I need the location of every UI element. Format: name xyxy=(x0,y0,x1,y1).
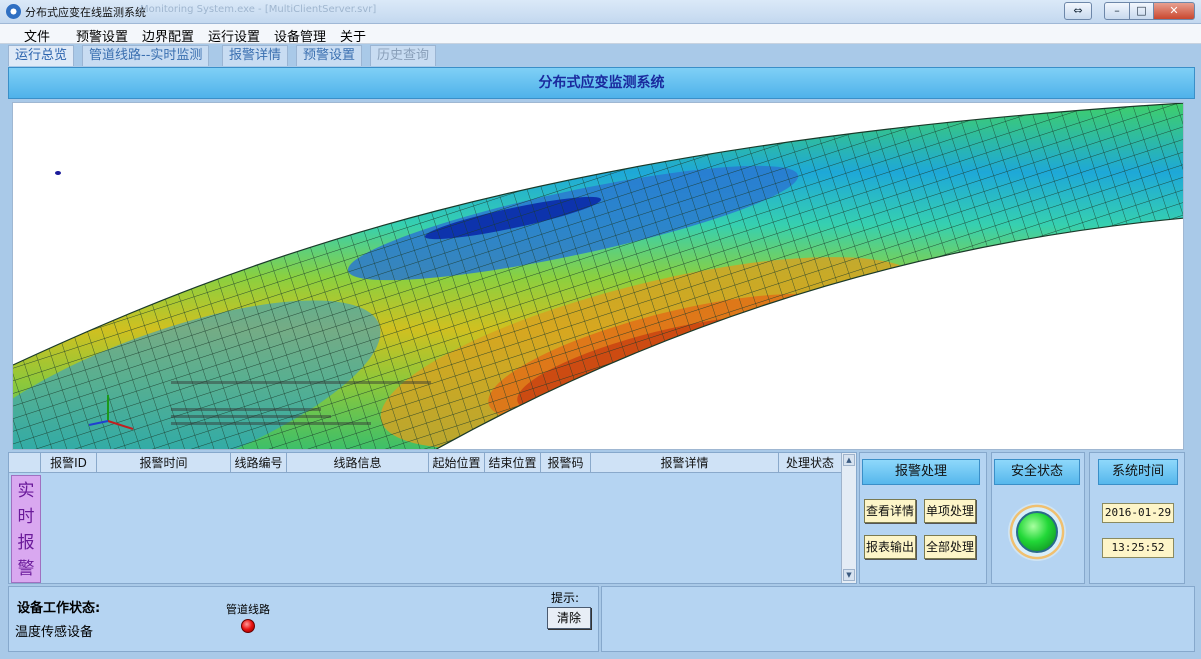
col-alarm-details[interactable]: 报警详情 xyxy=(591,453,779,473)
menu-run-settings[interactable]: 运行设置 xyxy=(208,26,260,45)
scroll-up-icon[interactable]: ▲ xyxy=(843,454,855,466)
title-bar: 分布式应变在线监测系统 Monitoring System.exe - [Mul… xyxy=(0,0,1201,24)
strain-visualization[interactable] xyxy=(12,102,1184,450)
col-end-position[interactable]: 结束位置 xyxy=(485,453,541,473)
restore-icon[interactable]: ⇔ xyxy=(1064,2,1092,20)
report-export-button[interactable]: 报表输出 xyxy=(864,535,916,559)
single-process-button[interactable]: 单项处理 xyxy=(924,499,976,523)
col-line-info[interactable]: 线路信息 xyxy=(287,453,429,473)
alarm-table: 报警ID 报警时间 线路编号 线路信息 起始位置 结束位置 报警码 报警详情 处… xyxy=(8,452,857,584)
view-details-button[interactable]: 查看详情 xyxy=(864,499,916,523)
alarm-process-title: 报警处理 xyxy=(862,459,980,485)
safety-status-led xyxy=(1016,511,1058,553)
safety-status-title: 安全状态 xyxy=(994,459,1080,485)
menu-alarm-settings[interactable]: 预警设置 xyxy=(76,26,128,45)
system-time-panel: 系统时间 2016-01-29 13:25:52 xyxy=(1089,452,1185,584)
hint-display-area xyxy=(601,586,1195,652)
banner-title: 分布式应变监测系统 xyxy=(538,75,665,91)
window-title: 分布式应变在线监测系统 xyxy=(25,6,146,19)
alarm-table-header: 报警ID 报警时间 线路编号 线路信息 起始位置 结束位置 报警码 报警详情 处… xyxy=(9,453,841,473)
system-date: 2016-01-29 xyxy=(1102,503,1174,523)
safety-status-panel: 安全状态 xyxy=(991,452,1085,584)
pipeline-status-led xyxy=(241,619,255,633)
tab-overview[interactable]: 运行总览 xyxy=(8,45,75,66)
maximize-button[interactable]: □ xyxy=(1129,2,1154,20)
device-status-title: 设备工作状态: xyxy=(17,601,101,616)
col-start-position[interactable]: 起始位置 xyxy=(429,453,485,473)
alarm-table-scrollbar[interactable]: ▲ ▼ xyxy=(841,453,856,583)
system-clock: 13:25:52 xyxy=(1102,538,1174,558)
safety-led-ring xyxy=(1008,503,1066,561)
menu-about[interactable]: 关于 xyxy=(340,26,366,45)
device-status-panel: 设备工作状态: 温度传感设备 管道线路 提示: 清除 xyxy=(8,586,599,652)
window-title-subtext: Monitoring System.exe - [MultiClientServ… xyxy=(140,4,377,15)
pipeline-status-label: 管道线路 xyxy=(226,603,270,616)
pipeline-strain-render xyxy=(13,103,1183,449)
menu-device-management[interactable]: 设备管理 xyxy=(274,26,326,45)
alarm-actions-panel: 报警处理 查看详情 单项处理 报表输出 全部处理 xyxy=(859,452,987,584)
col-process-status[interactable]: 处理状态 xyxy=(779,453,841,473)
temperature-sensor-label: 温度传感设备 xyxy=(15,625,94,640)
tab-pipeline-monitor[interactable]: 管道线路--实时监测 xyxy=(82,45,210,66)
col-alarm-code[interactable]: 报警码 xyxy=(541,453,591,473)
col-line-number[interactable]: 线路编号 xyxy=(231,453,287,473)
hint-label: 提示: xyxy=(551,591,580,605)
col-select[interactable] xyxy=(9,453,41,473)
system-time-title: 系统时间 xyxy=(1098,459,1178,485)
process-all-button[interactable]: 全部处理 xyxy=(924,535,976,559)
menu-bar: 文件 预警设置 边界配置 运行设置 设备管理 关于 xyxy=(0,24,1201,45)
app-icon xyxy=(6,4,21,19)
scroll-down-icon[interactable]: ▼ xyxy=(843,569,855,581)
minimize-button[interactable]: – xyxy=(1104,2,1130,20)
menu-file[interactable]: 文件 xyxy=(24,26,50,45)
clear-button[interactable]: 清除 xyxy=(547,607,591,629)
tab-alarm-details[interactable]: 报警详情 xyxy=(222,45,289,66)
menu-boundary-config[interactable]: 边界配置 xyxy=(142,26,194,45)
col-alarm-id[interactable]: 报警ID xyxy=(41,453,97,473)
system-banner: 分布式应变监测系统 xyxy=(8,67,1195,99)
marker-dot xyxy=(55,171,61,175)
col-alarm-time[interactable]: 报警时间 xyxy=(97,453,231,473)
tab-history-query[interactable]: 历史查询 xyxy=(370,45,437,66)
close-button[interactable]: ✕ xyxy=(1153,2,1195,20)
realtime-alarm-label: 实 时 报 警 xyxy=(11,475,41,583)
tab-alarm-settings[interactable]: 预警设置 xyxy=(296,45,363,66)
